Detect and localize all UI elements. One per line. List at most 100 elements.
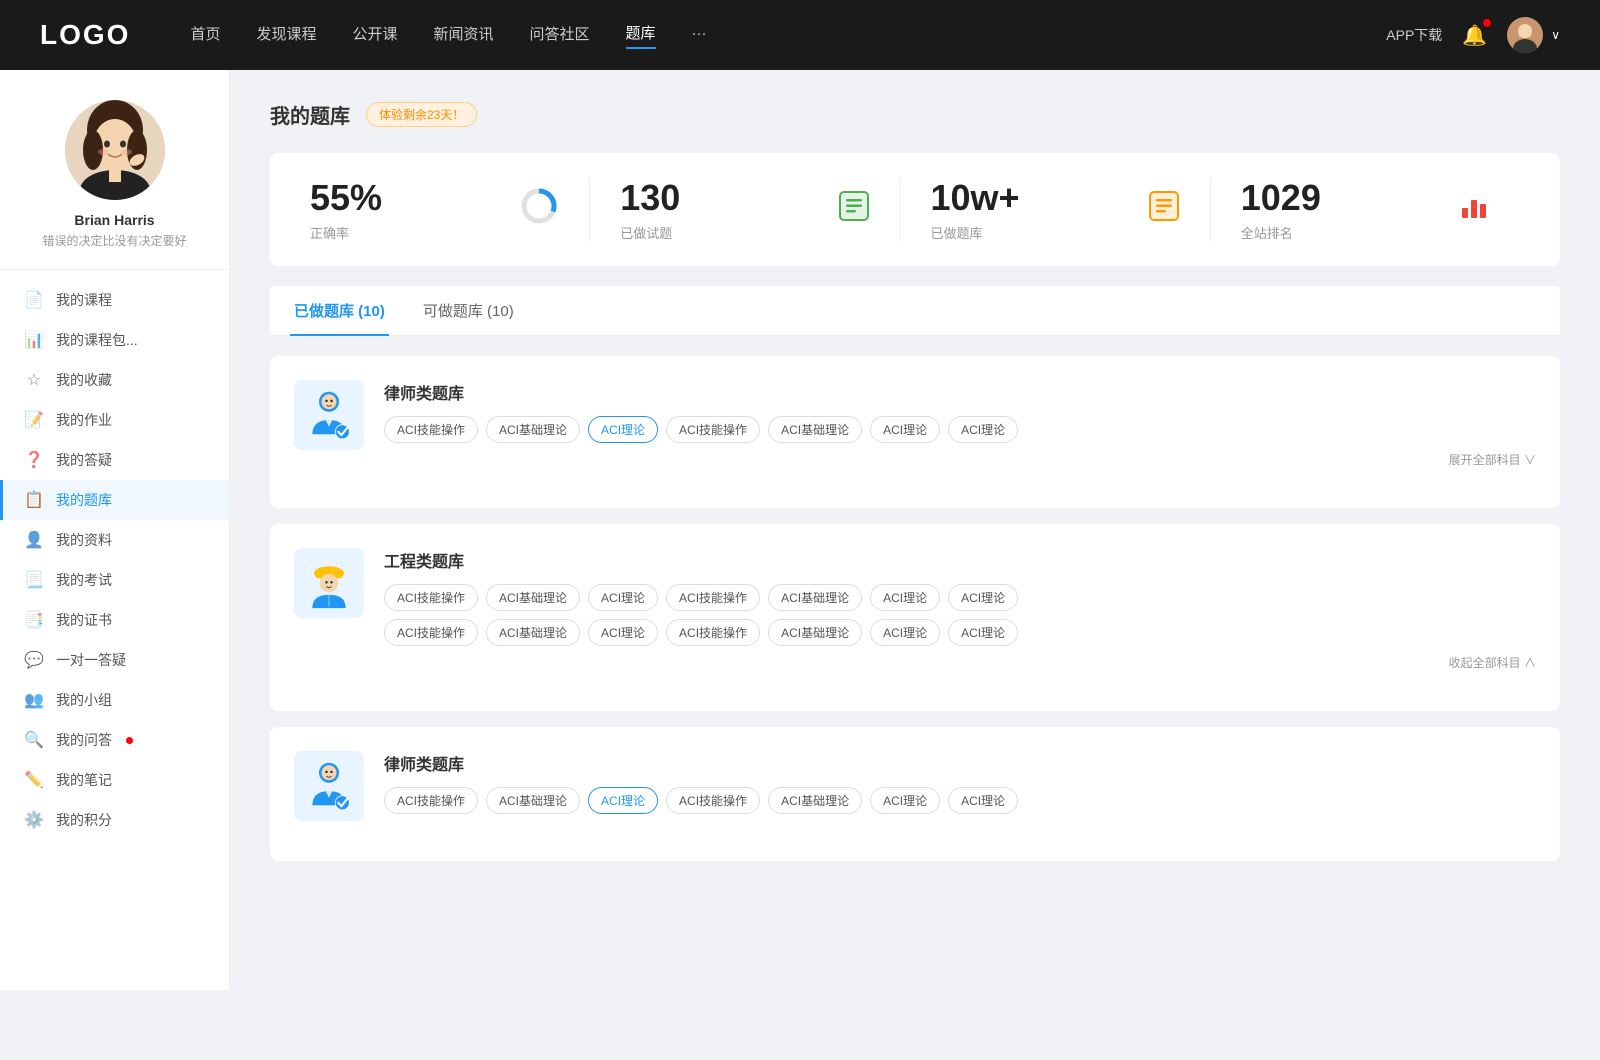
- tag-item[interactable]: ACI理论: [588, 619, 658, 646]
- sidebar-menu: 📄 我的课程 📊 我的课程包... ☆ 我的收藏 📝 我的作业 ❓ 我的答疑 📋: [0, 270, 229, 850]
- done-banks-value: 10w+: [931, 177, 1020, 219]
- stat-done-questions: 130 已做试题: [590, 177, 900, 242]
- stat-site-rank: 1029 全站排名: [1211, 177, 1520, 242]
- tag-item[interactable]: ACI技能操作: [666, 584, 760, 611]
- tag-item[interactable]: ACI理论: [870, 619, 940, 646]
- pencil-icon: ✏️: [24, 770, 44, 790]
- tag-item[interactable]: ACI理论: [948, 416, 1018, 443]
- sidebar-item-course-packages[interactable]: 📊 我的课程包...: [0, 320, 229, 360]
- tag-item[interactable]: ACI基础理论: [486, 619, 580, 646]
- qbank-card-lawyer-1: 律师类题库 ACI技能操作 ACI基础理论 ACI理论 ACI技能操作 ACI基…: [270, 356, 1560, 508]
- tag-item[interactable]: ACI技能操作: [384, 584, 478, 611]
- sidebar-item-my-points[interactable]: ⚙️ 我的积分: [0, 800, 229, 840]
- tag-item-active[interactable]: ACI理论: [588, 416, 658, 443]
- qbank-header-engineer: 工程类题库 ACI技能操作 ACI基础理论 ACI理论 ACI技能操作 ACI基…: [294, 548, 1536, 671]
- collapse-engineer-link[interactable]: 收起全部科目 ∧: [384, 654, 1536, 671]
- accuracy-label: 正确率: [310, 223, 382, 242]
- tag-item[interactable]: ACI理论: [948, 584, 1018, 611]
- tabs-row: 已做题库 (10) 可做题库 (10): [270, 286, 1560, 336]
- app-download-link[interactable]: APP下载: [1386, 25, 1442, 45]
- qbank-card-lawyer-2: 律师类题库 ACI技能操作 ACI基础理论 ACI理论 ACI技能操作 ACI基…: [270, 727, 1560, 861]
- tag-item[interactable]: ACI基础理论: [486, 584, 580, 611]
- nav-home[interactable]: 首页: [190, 23, 220, 48]
- notification-badge: [1483, 19, 1491, 27]
- bar-chart-red-icon: [1458, 190, 1490, 229]
- tag-item[interactable]: ACI基础理论: [486, 416, 580, 443]
- tag-item[interactable]: ACI技能操作: [666, 619, 760, 646]
- page-title: 我的题库: [270, 100, 350, 129]
- page-header: 我的题库 体验剩余23天！: [270, 100, 1560, 129]
- group-icon: 👥: [24, 690, 44, 710]
- stats-card: 55% 正确率 130 已做试题: [270, 153, 1560, 266]
- list-orange-icon: [1148, 190, 1180, 229]
- tag-item[interactable]: ACI理论: [870, 584, 940, 611]
- tag-item[interactable]: ACI技能操作: [384, 787, 478, 814]
- notification-bell[interactable]: 🔔: [1462, 23, 1487, 48]
- sidebar-item-my-profile[interactable]: 👤 我的资料: [0, 520, 229, 560]
- star-icon: ☆: [24, 370, 44, 390]
- tag-item[interactable]: ACI理论: [870, 416, 940, 443]
- clipboard-icon: 📋: [24, 490, 44, 510]
- sidebar-item-my-notes[interactable]: ✏️ 我的笔记: [0, 760, 229, 800]
- nav-discover[interactable]: 发现课程: [256, 23, 316, 48]
- sidebar-item-my-exams[interactable]: 📃 我的考试: [0, 560, 229, 600]
- sidebar-item-my-qa[interactable]: ❓ 我的答疑: [0, 440, 229, 480]
- nav-question-bank[interactable]: 题库: [626, 22, 656, 49]
- engineer-category-icon: [294, 548, 364, 618]
- tab-done-banks[interactable]: 已做题库 (10): [290, 286, 389, 335]
- qbank-card-engineer: 工程类题库 ACI技能操作 ACI基础理论 ACI理论 ACI技能操作 ACI基…: [270, 524, 1560, 711]
- tag-item[interactable]: ACI技能操作: [666, 787, 760, 814]
- sidebar-item-my-questions[interactable]: 🔍 我的问答: [0, 720, 229, 760]
- question-icon: ❓: [24, 450, 44, 470]
- tag-item[interactable]: ACI基础理论: [768, 787, 862, 814]
- nav-news[interactable]: 新闻资讯: [434, 23, 494, 48]
- user-avatar-button[interactable]: ∨: [1507, 17, 1560, 53]
- search-icon: 🔍: [24, 730, 44, 750]
- tag-item[interactable]: ACI基础理论: [768, 416, 862, 443]
- nav-open-course[interactable]: 公开课: [352, 23, 397, 48]
- chat-icon: 💬: [24, 650, 44, 670]
- tag-item-active[interactable]: ACI理论: [588, 787, 658, 814]
- expand-lawyer-1-link[interactable]: 展开全部科目 ∨: [384, 451, 1536, 468]
- qbank-tags-engineer-row2: ACI技能操作 ACI基础理论 ACI理论 ACI技能操作 ACI基础理论 AC…: [384, 619, 1536, 646]
- user-icon: 👤: [24, 530, 44, 550]
- tag-item[interactable]: ACI技能操作: [384, 416, 478, 443]
- tag-item[interactable]: ACI基础理论: [768, 584, 862, 611]
- sidebar: Brian Harris 错误的决定比没有决定要好 📄 我的课程 📊 我的课程包…: [0, 70, 230, 990]
- qbank-tags-lawyer-2: ACI技能操作 ACI基础理论 ACI理论 ACI技能操作 ACI基础理论 AC…: [384, 787, 1536, 814]
- tag-item[interactable]: ACI技能操作: [666, 416, 760, 443]
- tag-item[interactable]: ACI基础理论: [768, 619, 862, 646]
- sidebar-item-my-courses[interactable]: 📄 我的课程: [0, 280, 229, 320]
- profile-name: Brian Harris: [74, 212, 154, 228]
- sidebar-item-my-groups[interactable]: 👥 我的小组: [0, 680, 229, 720]
- document-icon: 📄: [24, 290, 44, 310]
- profile-avatar: [65, 100, 165, 200]
- nav-menu: 首页 发现课程 公开课 新闻资讯 问答社区 题库 ···: [190, 22, 1386, 49]
- certificate-icon: 📑: [24, 610, 44, 630]
- tag-item[interactable]: ACI技能操作: [384, 619, 478, 646]
- sidebar-item-question-bank[interactable]: 📋 我的题库: [0, 480, 229, 520]
- navbar-right: APP下载 🔔 ∨: [1386, 17, 1560, 53]
- tag-item[interactable]: ACI理论: [870, 787, 940, 814]
- nav-qa[interactable]: 问答社区: [530, 23, 590, 48]
- sidebar-item-one-on-one[interactable]: 💬 一对一答疑: [0, 640, 229, 680]
- sidebar-item-favorites[interactable]: ☆ 我的收藏: [0, 360, 229, 400]
- tag-item[interactable]: ACI理论: [948, 787, 1018, 814]
- tag-item[interactable]: ACI基础理论: [486, 787, 580, 814]
- site-rank-value: 1029: [1241, 177, 1321, 219]
- sidebar-item-homework[interactable]: 📝 我的作业: [0, 400, 229, 440]
- avatar: [1507, 17, 1543, 53]
- stat-done-banks: 10w+ 已做题库: [901, 177, 1211, 242]
- done-banks-label: 已做题库: [931, 223, 1020, 242]
- qbank-header-lawyer-2: 律师类题库 ACI技能操作 ACI基础理论 ACI理论 ACI技能操作 ACI基…: [294, 751, 1536, 821]
- tag-item[interactable]: ACI理论: [948, 619, 1018, 646]
- tab-available-banks[interactable]: 可做题库 (10): [419, 286, 518, 335]
- trial-badge: 体验剩余23天！: [366, 102, 477, 127]
- sidebar-item-certificates[interactable]: 📑 我的证书: [0, 600, 229, 640]
- paper-icon: 📃: [24, 570, 44, 590]
- donut-chart-icon: [519, 186, 559, 233]
- done-questions-label: 已做试题: [620, 223, 680, 242]
- nav-more[interactable]: ···: [692, 25, 707, 46]
- tag-item[interactable]: ACI理论: [588, 584, 658, 611]
- lawyer-category-icon: [294, 380, 364, 450]
